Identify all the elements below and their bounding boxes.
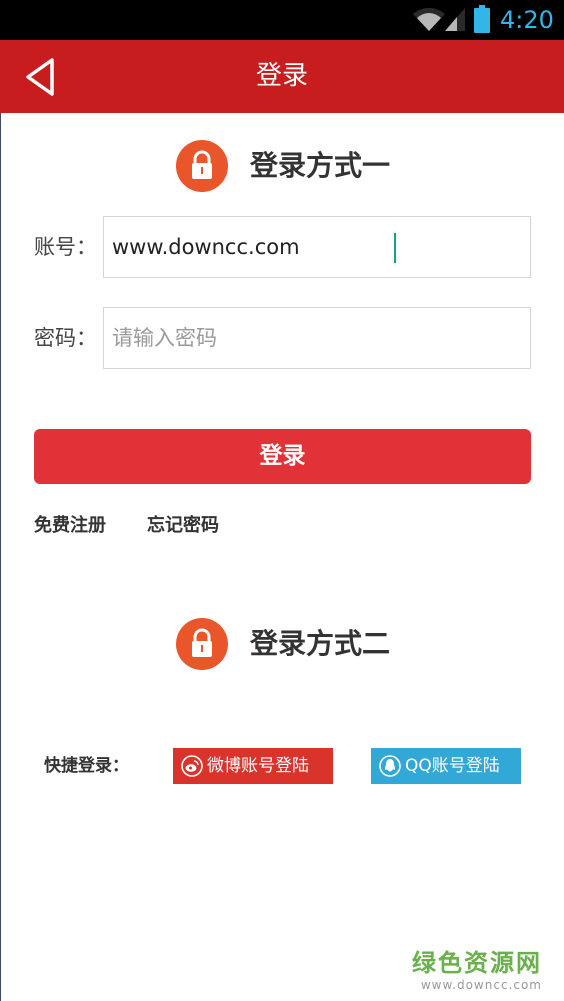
left-edge-line	[0, 113, 1, 1001]
section-one-header: 登录方式一	[0, 140, 564, 196]
password-row: 密码：	[34, 307, 532, 369]
section-two-title: 登录方式二	[250, 627, 391, 660]
signal-icon	[445, 8, 465, 31]
wifi-icon	[413, 7, 445, 31]
quick-login-label: 快捷登录：	[44, 756, 129, 776]
qq-login-button[interactable]: QQ账号登陆	[371, 748, 521, 784]
status-bar: 4:20	[0, 0, 564, 40]
password-field-box	[103, 307, 531, 369]
register-link[interactable]: 免费注册	[34, 512, 106, 540]
section-two-header: 登录方式二	[0, 618, 564, 674]
account-field-box	[103, 216, 531, 278]
weibo-login-label: 微博账号登陆	[207, 756, 309, 776]
watermark-cn: 绿色资源网	[412, 949, 542, 977]
app-header: 登录	[0, 40, 564, 113]
battery-icon	[474, 5, 490, 33]
lock-icon	[176, 140, 228, 192]
lock-icon	[176, 618, 228, 670]
weibo-icon	[181, 755, 203, 777]
quick-login-row: 快捷登录： 微博账号登陆 QQ账号登陆	[0, 748, 564, 784]
status-time: 4:20	[500, 6, 554, 34]
qq-icon	[379, 755, 401, 777]
text-cursor	[394, 233, 396, 263]
password-label: 密码：	[34, 326, 97, 350]
page-title: 登录	[255, 61, 308, 91]
watermark: 绿色资源网 www.downcc.com	[412, 948, 542, 992]
password-input[interactable]	[104, 308, 530, 368]
qq-login-label: QQ账号登陆	[405, 756, 500, 776]
account-row: 账号：	[34, 216, 532, 278]
forgot-password-link[interactable]: 忘记密码	[147, 512, 219, 540]
account-label: 账号：	[34, 235, 97, 259]
watermark-en: www.downcc.com	[420, 978, 542, 992]
section-one-title: 登录方式一	[250, 149, 391, 182]
weibo-login-button[interactable]: 微博账号登陆	[173, 748, 333, 784]
login-button[interactable]: 登录	[34, 429, 531, 484]
account-input[interactable]	[104, 217, 530, 277]
